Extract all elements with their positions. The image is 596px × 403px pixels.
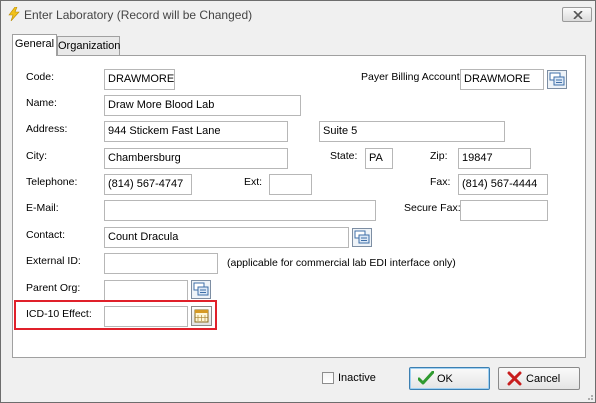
lightning-bolt-icon bbox=[8, 7, 20, 21]
email-field[interactable] bbox=[104, 200, 376, 221]
window-title: Enter Laboratory (Record will be Changed… bbox=[24, 8, 253, 22]
parent-org-label: Parent Org: bbox=[26, 282, 81, 294]
checkmark-icon bbox=[418, 371, 434, 385]
title-bar: Enter Laboratory (Record will be Changed… bbox=[1, 1, 595, 28]
name-label: Name: bbox=[26, 97, 57, 109]
secure-fax-label: Secure Fax: bbox=[404, 202, 461, 214]
contact-field[interactable]: Count Dracula bbox=[104, 227, 349, 248]
payer-billing-account-label: Payer Billing Account: bbox=[361, 71, 463, 83]
code-field[interactable]: DRAWMORE bbox=[104, 69, 175, 90]
contact-label: Contact: bbox=[26, 229, 66, 241]
close-icon bbox=[573, 11, 583, 19]
fax-label: Fax: bbox=[430, 176, 451, 188]
telephone-field[interactable]: (814) 567-4747 bbox=[104, 174, 192, 195]
ok-label: OK bbox=[437, 373, 453, 385]
zip-field[interactable]: 19847 bbox=[458, 148, 531, 169]
state-label: State: bbox=[330, 150, 358, 162]
address-label: Address: bbox=[26, 123, 68, 135]
name-field[interactable]: Draw More Blood Lab bbox=[104, 95, 301, 116]
ext-field[interactable] bbox=[269, 174, 312, 195]
address-line1-field[interactable]: 944 Stickem Fast Lane bbox=[104, 121, 288, 142]
zip-label: Zip: bbox=[430, 150, 448, 162]
external-id-field[interactable] bbox=[104, 253, 218, 274]
telephone-label: Telephone: bbox=[26, 176, 78, 188]
external-id-label: External ID: bbox=[26, 255, 81, 267]
code-label: Code: bbox=[26, 71, 55, 83]
cancel-label: Cancel bbox=[526, 373, 561, 385]
inactive-label: Inactive bbox=[338, 372, 376, 384]
payer-billing-account-field[interactable]: DRAWMORE bbox=[460, 69, 544, 90]
close-button[interactable] bbox=[562, 7, 592, 22]
ok-button[interactable]: OK bbox=[409, 367, 490, 390]
resize-grip-icon[interactable] bbox=[584, 391, 594, 401]
tab-organization[interactable]: Organization bbox=[57, 36, 120, 56]
lookup-cards-icon[interactable] bbox=[547, 70, 567, 89]
cancel-button[interactable]: Cancel bbox=[498, 367, 580, 390]
city-field[interactable]: Chambersburg bbox=[104, 148, 288, 169]
secure-fax-field[interactable] bbox=[460, 200, 548, 221]
inactive-checkbox[interactable] bbox=[322, 372, 334, 384]
icd10-effect-highlight-box bbox=[14, 300, 217, 330]
tab-general[interactable]: General bbox=[12, 34, 57, 56]
red-x-icon bbox=[507, 371, 522, 386]
lookup-cards-icon[interactable] bbox=[191, 280, 211, 299]
enter-laboratory-dialog: Enter Laboratory (Record will be Changed… bbox=[0, 0, 596, 403]
city-label: City: bbox=[26, 150, 47, 162]
lookup-cards-icon[interactable] bbox=[352, 228, 372, 247]
ext-label: Ext: bbox=[244, 176, 263, 188]
address-line2-field[interactable]: Suite 5 bbox=[319, 121, 505, 142]
external-id-note: (applicable for commercial lab EDI inter… bbox=[227, 257, 456, 269]
email-label: E-Mail: bbox=[26, 202, 59, 214]
fax-field[interactable]: (814) 567-4444 bbox=[458, 174, 548, 195]
state-field[interactable]: PA bbox=[365, 148, 393, 169]
parent-org-field[interactable] bbox=[104, 280, 188, 301]
